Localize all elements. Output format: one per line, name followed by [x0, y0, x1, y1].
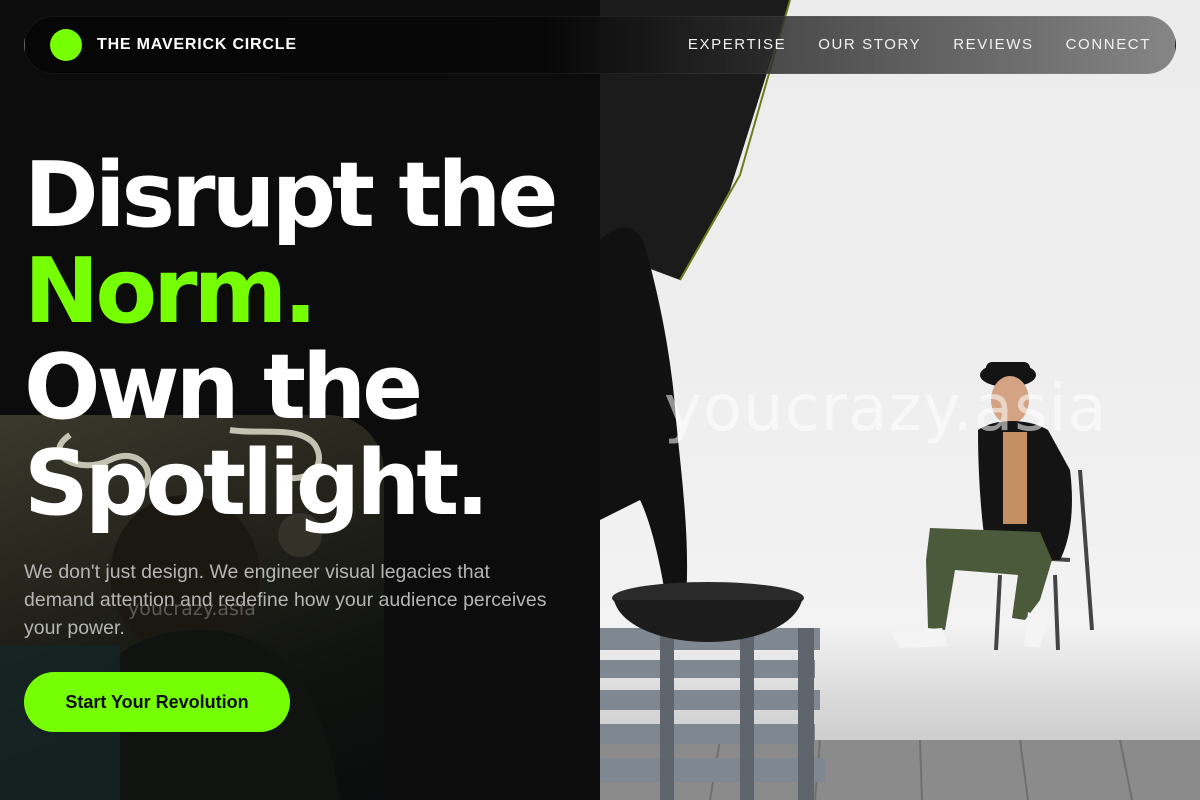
hero-subtext: We don't just design. We engineer visual… [24, 561, 547, 639]
nav-link-our-story[interactable]: OUR STORY [818, 36, 921, 53]
hero-headline: Disrupt the Norm. Own the Spotlight. [24, 148, 664, 532]
watermark-text: youcrazy.asia [664, 372, 1108, 446]
nav-link-expertise[interactable]: EXPERTISE [688, 36, 786, 53]
start-revolution-button[interactable]: Start Your Revolution [24, 672, 290, 732]
hero-photo: youcrazy.asia [600, 0, 1200, 800]
headline-line-2-accent: Norm. [24, 239, 318, 344]
logo-dot-icon[interactable] [50, 29, 82, 61]
headline-line-4: Spotlight. [24, 431, 490, 536]
headline-line-3: Own the [24, 335, 423, 440]
top-navigation-bar: THE MAVERICK CIRCLE EXPERTISE OUR STORY … [24, 16, 1176, 74]
nav-link-connect[interactable]: CONNECT [1066, 36, 1151, 53]
nav-links: EXPERTISE OUR STORY REVIEWS CONNECT [688, 36, 1151, 53]
brand-name[interactable]: THE MAVERICK CIRCLE [97, 36, 297, 54]
nav-link-reviews[interactable]: REVIEWS [953, 36, 1033, 53]
headline-line-1: Disrupt the [24, 143, 559, 248]
